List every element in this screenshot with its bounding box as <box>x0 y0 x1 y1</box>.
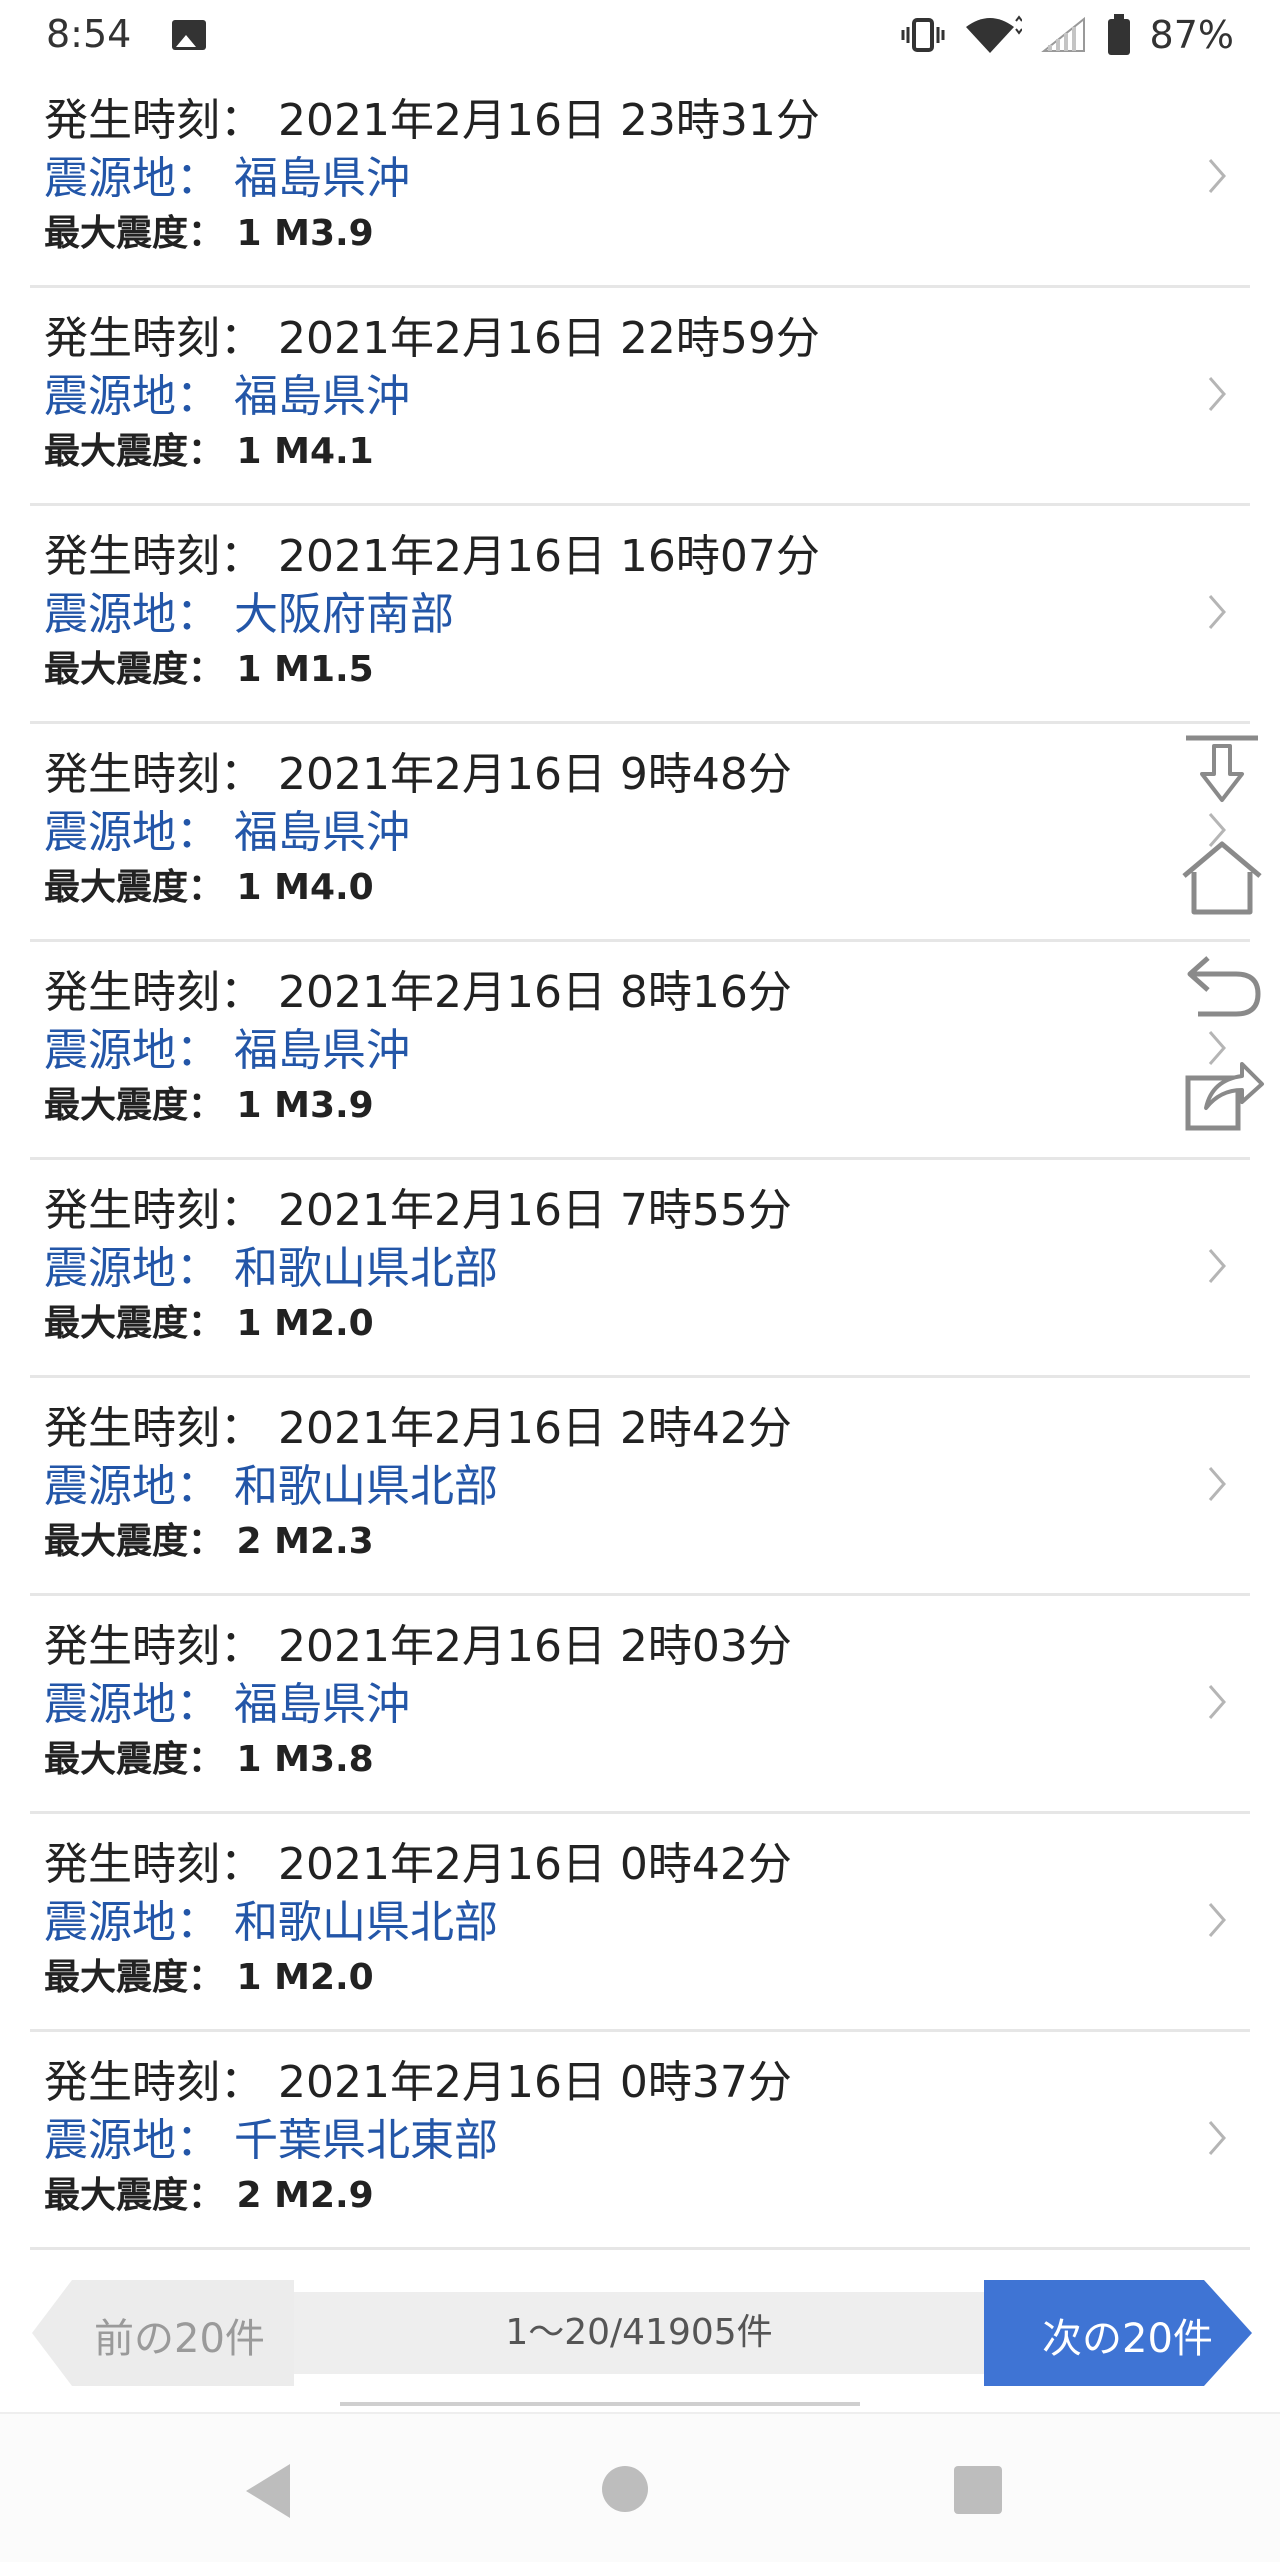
share-icon[interactable] <box>1178 1054 1266 1134</box>
occurrence-time: 発生時刻： 2021年2月16日 9時48分 <box>44 749 792 800</box>
list-item[interactable]: 発生時刻： 2021年2月16日 7時55分 震源地： 和歌山県北部 最大震度：… <box>30 1160 1250 1378</box>
max-intensity-magnitude: 最大震度： 1 M1.5 <box>44 649 374 690</box>
max-intensity-magnitude: 最大震度： 1 M2.0 <box>44 1957 374 1998</box>
occurrence-time: 発生時刻： 2021年2月16日 16時07分 <box>44 531 820 582</box>
next-page-button[interactable]: 次の20件 <box>984 2280 1252 2386</box>
epicenter-link[interactable]: 震源地： 千葉県北東部 <box>44 2104 498 2168</box>
status-bar: 8:54 87% <box>0 0 1280 70</box>
occurrence-time: 発生時刻： 2021年2月16日 2時42分 <box>44 1403 792 1454</box>
signal-icon <box>1040 16 1085 52</box>
list-item[interactable]: 発生時刻： 2021年2月16日 22時59分 震源地： 福島県沖 最大震度： … <box>30 288 1250 506</box>
image-icon <box>172 20 206 50</box>
chevron-right-icon <box>1208 159 1226 193</box>
occurrence-time: 発生時刻： 2021年2月16日 23時31分 <box>44 95 820 146</box>
list-item[interactable]: 発生時刻： 2021年2月16日 9時48分 震源地： 福島県沖 最大震度： 1… <box>30 724 1250 942</box>
epicenter-link[interactable]: 震源地： 和歌山県北部 <box>44 1886 498 1950</box>
wifi-icon <box>965 15 1022 53</box>
list-item[interactable]: 発生時刻： 2021年2月16日 2時42分 震源地： 和歌山県北部 最大震度：… <box>30 1378 1250 1596</box>
pagination: 前の20件 1〜20/41905件 次の20件 <box>32 2280 1252 2386</box>
max-intensity-magnitude: 最大震度： 1 M4.0 <box>44 867 374 908</box>
occurrence-time: 発生時刻： 2021年2月16日 22時59分 <box>44 313 820 364</box>
max-intensity-magnitude: 最大震度： 2 M2.3 <box>44 1521 374 1562</box>
chevron-right-icon <box>1208 1685 1226 1719</box>
max-intensity-magnitude: 最大震度： 1 M3.9 <box>44 1085 374 1126</box>
max-intensity-magnitude: 最大震度： 1 M2.0 <box>44 1303 374 1344</box>
next-page-label: 次の20件 <box>1042 2316 1213 2362</box>
nav-home-icon[interactable] <box>602 2466 648 2512</box>
epicenter-link[interactable]: 震源地： 福島県沖 <box>44 142 410 206</box>
back-arrow-icon[interactable] <box>1178 948 1266 1028</box>
list-item[interactable]: 発生時刻： 2021年2月16日 23時31分 震源地： 福島県沖 最大震度： … <box>30 70 1250 288</box>
battery-icon <box>1107 14 1130 55</box>
earthquake-list: 発生時刻： 2021年2月16日 23時31分 震源地： 福島県沖 最大震度： … <box>30 70 1250 2250</box>
occurrence-time: 発生時刻： 2021年2月16日 0時42分 <box>44 1839 792 1890</box>
navigation-bar <box>0 2412 1280 2562</box>
list-item[interactable]: 発生時刻： 2021年2月16日 0時42分 震源地： 和歌山県北部 最大震度：… <box>30 1814 1250 2032</box>
chevron-right-icon <box>1208 1249 1226 1283</box>
max-intensity-magnitude: 最大震度： 2 M2.9 <box>44 2175 374 2216</box>
max-intensity-magnitude: 最大震度： 1 M4.1 <box>44 431 374 472</box>
occurrence-time: 発生時刻： 2021年2月16日 0時37分 <box>44 2057 792 2108</box>
occurrence-time: 発生時刻： 2021年2月16日 2時03分 <box>44 1621 792 1672</box>
list-item[interactable]: 発生時刻： 2021年2月16日 16時07分 震源地： 大阪府南部 最大震度：… <box>30 506 1250 724</box>
epicenter-link[interactable]: 震源地： 福島県沖 <box>44 796 410 860</box>
epicenter-link[interactable]: 震源地： 和歌山県北部 <box>44 1232 498 1296</box>
epicenter-link[interactable]: 震源地： 和歌山県北部 <box>44 1450 498 1514</box>
epicenter-link[interactable]: 震源地： 福島県沖 <box>44 1668 410 1732</box>
max-intensity-magnitude: 最大震度： 1 M3.9 <box>44 213 374 254</box>
status-time: 8:54 <box>46 12 132 56</box>
battery-percentage: 87% <box>1149 13 1234 57</box>
previous-page-label: 前の20件 <box>94 2316 265 2362</box>
result-count: 1〜20/41905件 <box>294 2292 984 2374</box>
divider <box>340 2402 860 2406</box>
occurrence-time: 発生時刻： 2021年2月16日 8時16分 <box>44 967 792 1018</box>
nav-recents-icon[interactable] <box>954 2466 1002 2514</box>
scroll-to-bottom-icon[interactable] <box>1178 730 1266 810</box>
list-item[interactable]: 発生時刻： 2021年2月16日 8時16分 震源地： 福島県沖 最大震度： 1… <box>30 942 1250 1160</box>
home-icon[interactable] <box>1178 838 1266 918</box>
chevron-right-icon <box>1208 2121 1226 2155</box>
occurrence-time: 発生時刻： 2021年2月16日 7時55分 <box>44 1185 792 1236</box>
chevron-right-icon <box>1208 377 1226 411</box>
previous-page-button[interactable]: 前の20件 <box>32 2280 294 2386</box>
list-item[interactable]: 発生時刻： 2021年2月16日 0時37分 震源地： 千葉県北東部 最大震度：… <box>30 2032 1250 2250</box>
chevron-right-icon <box>1208 1903 1226 1937</box>
nav-back-icon[interactable] <box>246 2464 290 2518</box>
chevron-right-icon <box>1208 1467 1226 1501</box>
list-item[interactable]: 発生時刻： 2021年2月16日 2時03分 震源地： 福島県沖 最大震度： 1… <box>30 1596 1250 1814</box>
max-intensity-magnitude: 最大震度： 1 M3.8 <box>44 1739 374 1780</box>
status-icons: 87% <box>900 10 1234 60</box>
vibrate-icon <box>901 18 945 52</box>
epicenter-link[interactable]: 震源地： 大阪府南部 <box>44 578 454 642</box>
chevron-right-icon <box>1208 595 1226 629</box>
epicenter-link[interactable]: 震源地： 福島県沖 <box>44 360 410 424</box>
epicenter-link[interactable]: 震源地： 福島県沖 <box>44 1014 410 1078</box>
